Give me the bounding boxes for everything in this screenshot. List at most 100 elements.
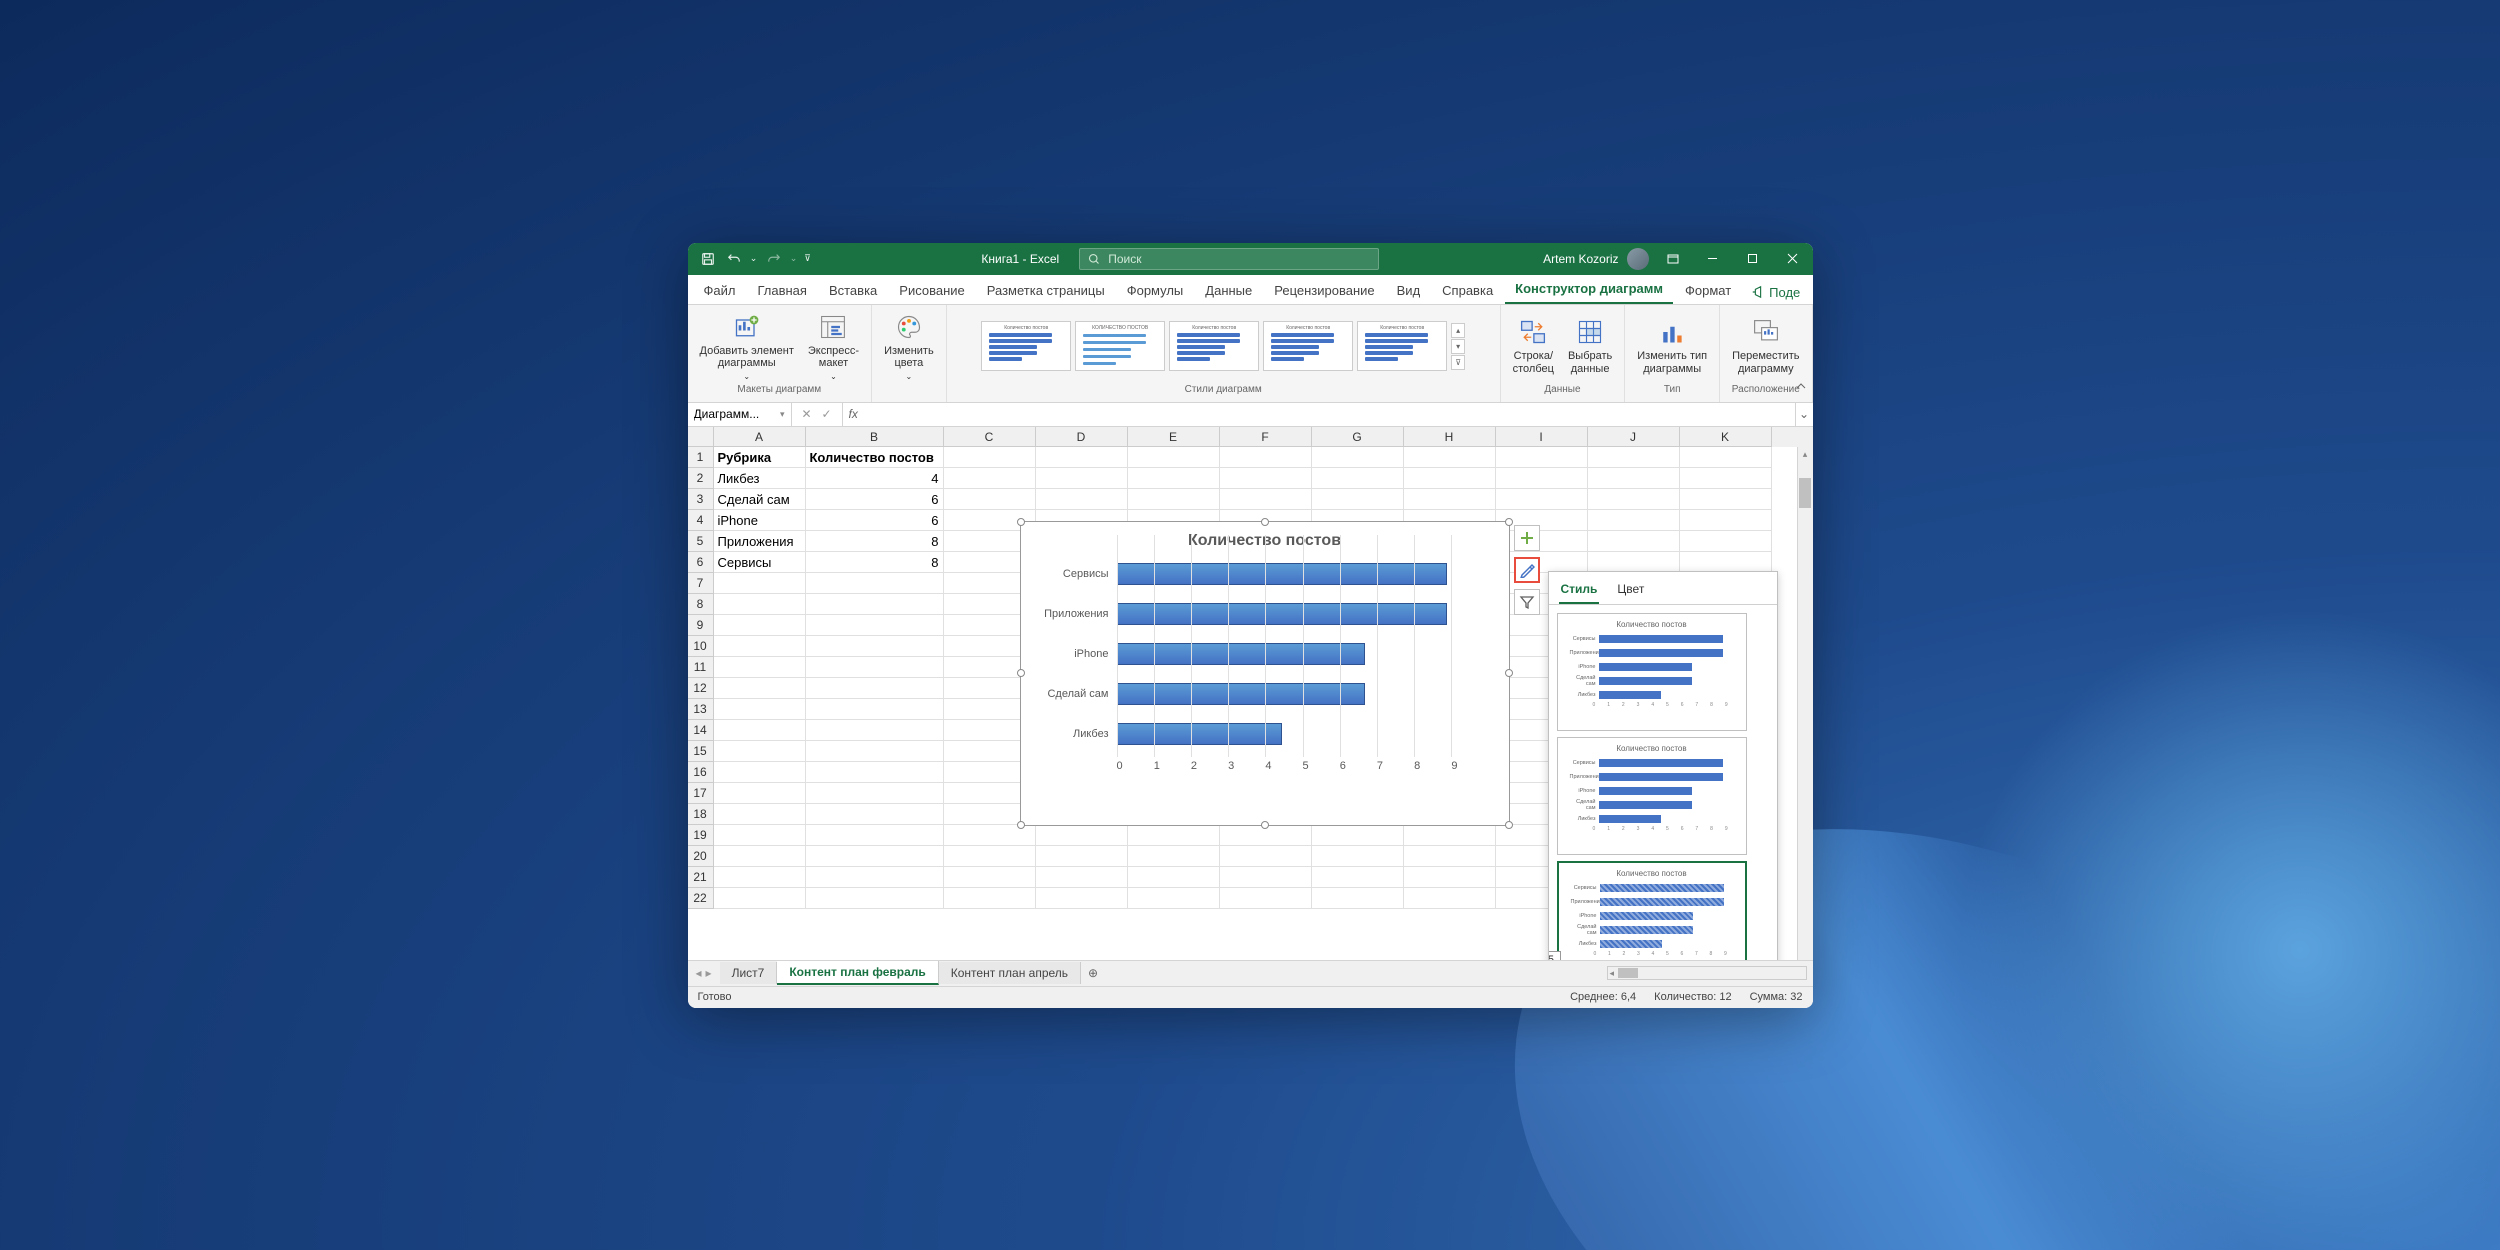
cell[interactable] [714, 699, 806, 720]
column-header[interactable]: F [1220, 427, 1312, 447]
row-header[interactable]: 2 [688, 468, 714, 489]
cell[interactable] [806, 615, 944, 636]
cell[interactable] [944, 447, 1036, 468]
cell[interactable] [714, 867, 806, 888]
cell[interactable] [1128, 468, 1220, 489]
cell[interactable] [806, 657, 944, 678]
chart-style-1[interactable]: Количество постов [981, 321, 1071, 371]
sheet-nav-next-icon[interactable]: ▸ [706, 966, 712, 980]
chart-styles-button[interactable] [1514, 557, 1540, 583]
cell[interactable] [714, 846, 806, 867]
cell[interactable] [714, 762, 806, 783]
row-header[interactable]: 8 [688, 594, 714, 615]
change-chart-type-button[interactable]: Изменить тип диаграммы [1633, 314, 1711, 377]
horizontal-scrollbar[interactable]: ◂ [1607, 966, 1807, 980]
chart-style-3[interactable]: Количество постов [1169, 321, 1259, 371]
undo-icon[interactable] [722, 247, 746, 271]
chart-style-2[interactable]: КОЛИЧЕСТВО ПОСТОВ [1075, 321, 1165, 371]
cell[interactable] [1220, 447, 1312, 468]
tab-file[interactable]: Файл [694, 277, 746, 304]
row-header[interactable]: 13 [688, 699, 714, 720]
tab-review[interactable]: Рецензирование [1264, 277, 1384, 304]
cell[interactable] [1496, 468, 1588, 489]
redo-icon[interactable] [762, 247, 786, 271]
cell[interactable] [1312, 867, 1404, 888]
quick-layout-button[interactable]: Экспресс- макет⌄ [804, 309, 863, 383]
change-colors-button[interactable]: Изменить цвета⌄ [880, 309, 938, 383]
cell[interactable] [1036, 825, 1128, 846]
name-box[interactable]: Диаграмм...▾ [688, 403, 792, 426]
row-header[interactable]: 7 [688, 573, 714, 594]
row-header[interactable]: 12 [688, 678, 714, 699]
cell[interactable] [1312, 468, 1404, 489]
cell[interactable] [1036, 888, 1128, 909]
column-header[interactable]: B [806, 427, 944, 447]
cell[interactable] [1036, 846, 1128, 867]
tab-formulas[interactable]: Формулы [1117, 277, 1194, 304]
column-header[interactable]: H [1404, 427, 1496, 447]
select-data-button[interactable]: Выбрать данные [1564, 314, 1616, 377]
redo-dropdown-icon[interactable]: ⌄ [788, 247, 800, 271]
cell[interactable] [806, 846, 944, 867]
cell[interactable] [714, 720, 806, 741]
chart-object[interactable]: Количество постов СервисыПриложенияiPhon… [1020, 521, 1510, 826]
cell[interactable] [1220, 867, 1312, 888]
select-all-corner[interactable] [688, 427, 714, 447]
add-sheet-button[interactable]: ⊕ [1081, 966, 1105, 980]
cell[interactable] [1496, 489, 1588, 510]
ribbon-display-icon[interactable] [1653, 243, 1693, 275]
cell[interactable] [1128, 489, 1220, 510]
cell[interactable] [1128, 867, 1220, 888]
cell[interactable] [944, 888, 1036, 909]
close-button[interactable] [1773, 243, 1813, 275]
cell[interactable] [1036, 867, 1128, 888]
style-tab[interactable]: Стиль [1559, 578, 1600, 604]
minimize-button[interactable] [1693, 243, 1733, 275]
cell[interactable] [806, 804, 944, 825]
tab-chart-design[interactable]: Конструктор диаграмм [1505, 275, 1673, 304]
cell[interactable] [714, 804, 806, 825]
add-chart-element-button[interactable]: Добавить элемент диаграммы⌄ [696, 309, 798, 383]
column-header[interactable]: K [1680, 427, 1772, 447]
chart-style-4[interactable]: Количество постов [1263, 321, 1353, 371]
row-header[interactable]: 10 [688, 636, 714, 657]
cell[interactable] [714, 741, 806, 762]
cell[interactable] [806, 636, 944, 657]
row-header[interactable]: 19 [688, 825, 714, 846]
cell[interactable] [1404, 447, 1496, 468]
bar-fill[interactable] [1117, 563, 1448, 585]
cell[interactable] [714, 636, 806, 657]
row-header[interactable]: 16 [688, 762, 714, 783]
undo-dropdown-icon[interactable]: ⌄ [748, 247, 760, 271]
row-header[interactable]: 6 [688, 552, 714, 573]
cell[interactable] [1404, 468, 1496, 489]
cell[interactable]: Ликбез [714, 468, 806, 489]
cell[interactable] [944, 489, 1036, 510]
share-button[interactable]: Поде [1743, 281, 1808, 304]
cell[interactable] [1404, 825, 1496, 846]
tab-data[interactable]: Данные [1195, 277, 1262, 304]
qat-customize-icon[interactable]: ⊽ [802, 247, 814, 271]
cell[interactable] [1036, 447, 1128, 468]
cell[interactable] [1220, 888, 1312, 909]
cell[interactable] [1312, 888, 1404, 909]
fx-label[interactable]: fx [843, 407, 864, 421]
cell[interactable] [944, 846, 1036, 867]
cell[interactable] [1128, 846, 1220, 867]
column-header[interactable]: J [1588, 427, 1680, 447]
maximize-button[interactable] [1733, 243, 1773, 275]
row-header[interactable]: 5 [688, 531, 714, 552]
style-preview-item[interactable]: Количество постовСервисыПриложенияiPhone… [1557, 613, 1747, 731]
row-header[interactable]: 14 [688, 720, 714, 741]
row-header[interactable]: 18 [688, 804, 714, 825]
cell[interactable] [1404, 846, 1496, 867]
resize-handle[interactable] [1505, 518, 1513, 526]
cell[interactable] [1128, 825, 1220, 846]
chart-style-5[interactable]: Количество постов [1357, 321, 1447, 371]
cell[interactable] [1312, 825, 1404, 846]
row-header[interactable]: 22 [688, 888, 714, 909]
column-header[interactable]: C [944, 427, 1036, 447]
cell[interactable] [806, 888, 944, 909]
cell[interactable] [806, 573, 944, 594]
bar-fill[interactable] [1117, 603, 1448, 625]
